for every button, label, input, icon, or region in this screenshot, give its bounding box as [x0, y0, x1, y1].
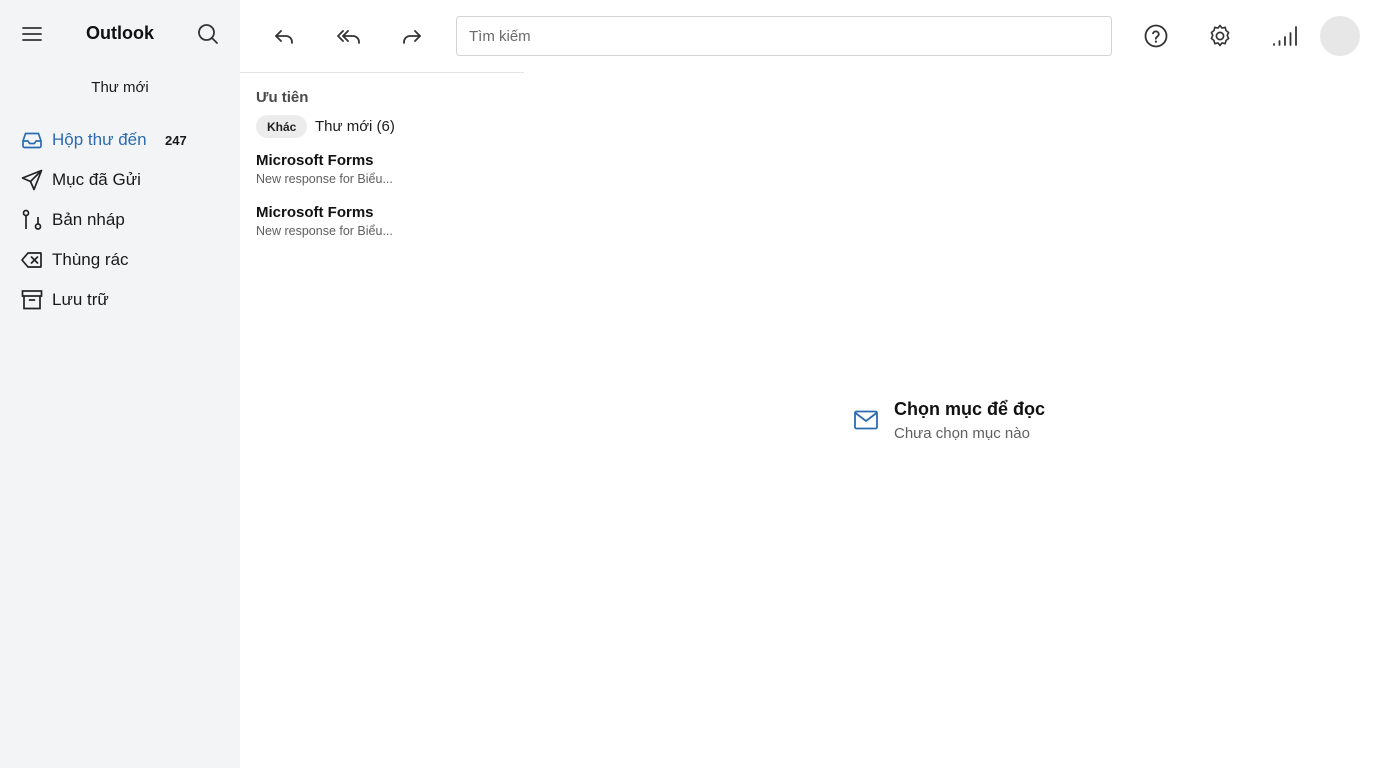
- search-icon[interactable]: [196, 22, 220, 46]
- sidebar-item-label: Hộp thư đến: [52, 130, 147, 149]
- message-sender: Microsoft Forms: [256, 152, 374, 169]
- folder-nav: Hộp thư đến 247 Mục đã Gửi Bản nháp Thùn…: [0, 120, 240, 320]
- list-divider: [240, 72, 524, 73]
- other-new-count: Thư mới (6): [315, 118, 395, 135]
- tab-other[interactable]: Khác: [256, 115, 308, 138]
- message-sender: Microsoft Forms: [256, 204, 374, 221]
- sidebar-item-label: Lưu trữ: [52, 290, 109, 309]
- settings-icon[interactable]: [1206, 22, 1234, 50]
- search-input[interactable]: [456, 16, 1112, 56]
- archive-icon: [20, 288, 44, 312]
- app-title: Outlook: [86, 23, 154, 43]
- sidebar-item-drafts[interactable]: Bản nháp: [0, 200, 240, 240]
- draft-icon: [20, 208, 44, 232]
- hamburger-menu-icon[interactable]: [21, 24, 43, 44]
- list-item[interactable]: Microsoft Forms New response for Biểu...: [256, 204, 516, 238]
- sidebar-item-trash[interactable]: Thùng rác: [0, 240, 240, 280]
- sidebar: Outlook Thư mới Hộp thư đến 247 Mục đã G…: [0, 0, 240, 768]
- message-preview: New response for Biểu...: [256, 224, 393, 238]
- inbox-icon: [20, 128, 44, 152]
- reply-icon[interactable]: [271, 24, 297, 50]
- sidebar-item-sent[interactable]: Mục đã Gửi: [0, 160, 240, 200]
- send-icon: [20, 168, 44, 192]
- reply-all-icon[interactable]: [335, 24, 361, 50]
- sidebar-item-inbox[interactable]: Hộp thư đến 247: [0, 120, 240, 160]
- message-preview: New response for Biểu...: [256, 172, 393, 186]
- tab-focused[interactable]: Ưu tiên: [256, 89, 308, 106]
- unread-count-badge: 247: [165, 132, 187, 148]
- sidebar-item-label: Bản nháp: [52, 210, 125, 229]
- sidebar-item-label: Thùng rác: [52, 250, 129, 269]
- forward-icon[interactable]: [399, 24, 425, 50]
- trash-icon: [20, 248, 44, 272]
- avatar[interactable]: [1320, 16, 1360, 56]
- help-icon[interactable]: [1142, 22, 1170, 50]
- empty-state-subtitle: Chưa chọn mục nào: [894, 425, 1030, 442]
- list-item[interactable]: Microsoft Forms New response for Biểu...: [256, 152, 516, 186]
- sidebar-item-label: Mục đã Gửi: [52, 170, 141, 189]
- new-mail-button[interactable]: Thư mới: [0, 79, 240, 96]
- mail-icon: [853, 409, 879, 431]
- signal-icon[interactable]: [1270, 22, 1298, 50]
- sidebar-item-archive[interactable]: Lưu trữ: [0, 280, 240, 320]
- empty-state-title: Chọn mục để đọc: [894, 399, 1046, 419]
